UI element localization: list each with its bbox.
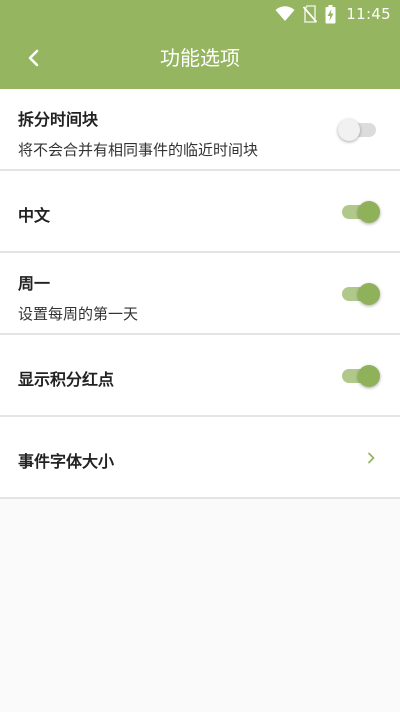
back-button[interactable] — [18, 42, 50, 74]
split-time-block-switch[interactable] — [338, 119, 378, 141]
app-bar: 11:45 功能选项 — [0, 0, 400, 89]
wifi-icon — [275, 6, 295, 22]
chevron-left-icon — [27, 48, 41, 68]
setting-show-points-dot[interactable]: 显示积分红点 — [0, 335, 400, 417]
setting-split-time-block[interactable]: 拆分时间块 将不会合并有相同事件的临近时间块 — [0, 89, 400, 171]
setting-week-start-monday[interactable]: 周一 设置每周的第一天 — [0, 253, 400, 335]
points-dot-switch[interactable] — [342, 365, 380, 387]
chinese-switch[interactable] — [342, 201, 380, 223]
switch-thumb — [358, 365, 380, 387]
setting-subtitle: 将不会合并有相同事件的临近时间块 — [18, 141, 259, 159]
battery-charging-icon — [325, 4, 336, 24]
no-sim-icon — [303, 5, 318, 23]
page-title: 功能选项 — [160, 46, 240, 70]
switch-thumb — [358, 201, 380, 223]
switch-thumb — [358, 283, 380, 305]
setting-title: 事件字体大小 — [18, 452, 115, 471]
settings-list: 拆分时间块 将不会合并有相同事件的临近时间块 中文 周一 设置每周的第一天 显示… — [0, 89, 400, 499]
status-bar: 11:45 — [0, 0, 400, 28]
monday-switch[interactable] — [342, 283, 380, 305]
setting-title: 中文 — [18, 206, 51, 225]
setting-title: 拆分时间块 — [18, 110, 99, 129]
chevron-right-icon — [364, 448, 378, 468]
toolbar: 功能选项 — [0, 28, 400, 89]
status-time: 11:45 — [346, 5, 391, 23]
setting-title: 周一 — [18, 274, 51, 293]
setting-chinese[interactable]: 中文 — [0, 171, 400, 253]
switch-thumb — [338, 119, 360, 141]
setting-subtitle: 设置每周的第一天 — [18, 305, 139, 323]
setting-event-font-size[interactable]: 事件字体大小 — [0, 417, 400, 499]
setting-title: 显示积分红点 — [18, 370, 115, 389]
